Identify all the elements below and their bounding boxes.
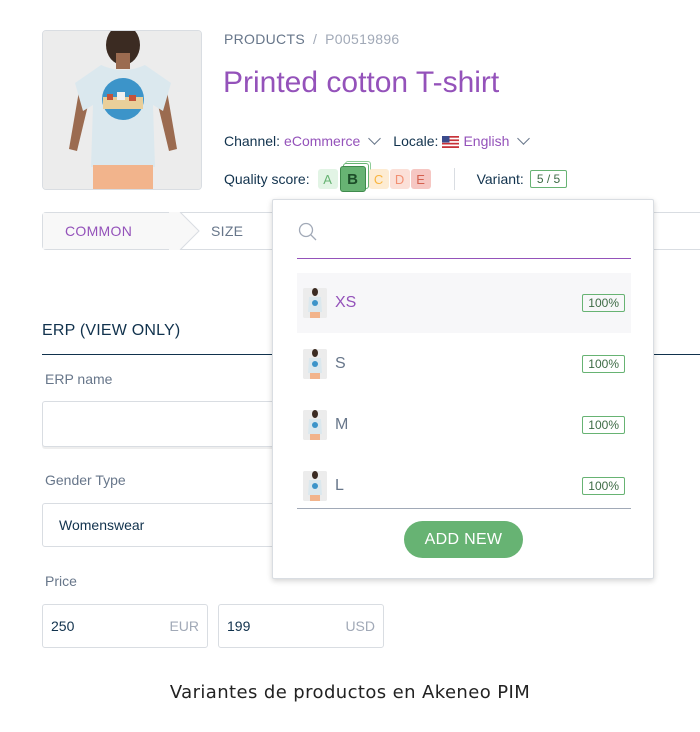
currency-usd: USD <box>345 618 375 634</box>
erp-name-label: ERP name <box>45 371 113 387</box>
quality-row: Quality score: A B C D E Variant: 5 / 5 <box>224 165 568 193</box>
locale-selector[interactable]: English <box>463 133 509 149</box>
tab-size[interactable]: SIZE <box>211 213 243 249</box>
chevron-down-icon[interactable] <box>368 132 382 145</box>
price-eur-value: 250 <box>51 618 75 634</box>
locale-label: Locale: <box>393 133 439 149</box>
divider <box>453 168 455 190</box>
completeness-badge: 100% <box>582 294 625 312</box>
completeness-badge: 100% <box>582 477 625 495</box>
variant-search <box>297 216 631 259</box>
price-usd-field[interactable]: 199 USD <box>218 604 384 648</box>
variant-option-xs[interactable]: XS 100% <box>297 273 631 333</box>
quality-grade-b-current: B <box>339 166 366 192</box>
variant-search-input[interactable] <box>329 220 619 246</box>
variant-thumbnail <box>303 471 327 501</box>
variant-option-label: S <box>335 355 346 372</box>
quality-score-badges: A B C D E <box>317 166 432 192</box>
chevron-down-icon[interactable] <box>517 132 531 145</box>
breadcrumb-sku: P00519896 <box>325 31 400 47</box>
currency-eur: EUR <box>169 618 199 634</box>
quality-grade-a: A <box>317 169 338 189</box>
variant-option-l[interactable]: L 100% <box>297 456 631 516</box>
breadcrumb-products-link[interactable]: PRODUCTS <box>224 31 305 47</box>
variant-thumbnail <box>303 349 327 379</box>
dropdown-divider <box>297 508 631 509</box>
variant-label: Variant: <box>476 171 524 187</box>
breadcrumb-arrow-icon <box>169 212 200 250</box>
quality-grade-e: E <box>410 169 431 189</box>
price-usd-value: 199 <box>227 618 251 634</box>
variant-count-badge[interactable]: 5 / 5 <box>529 170 568 188</box>
gender-type-label: Gender Type <box>45 472 126 488</box>
us-flag-icon <box>442 135 460 148</box>
price-eur-field[interactable]: 250 EUR <box>42 604 208 648</box>
variant-option-s[interactable]: S 100% <box>297 334 631 394</box>
variant-thumbnail <box>303 288 327 318</box>
completeness-badge: 100% <box>582 355 625 373</box>
tab-common[interactable]: COMMON <box>43 213 180 249</box>
add-new-button[interactable]: ADD NEW <box>404 521 523 558</box>
channel-locale-row: Channel: eCommerce Locale: English <box>224 132 542 149</box>
variant-thumbnail <box>303 410 327 440</box>
search-icon <box>298 222 317 241</box>
variant-dropdown: XS 100% S 100% M 100% L 100% ADD NEW <box>272 199 654 579</box>
section-title: ERP (VIEW ONLY) <box>42 322 181 339</box>
image-caption: Variantes de productos en Akeneo PIM <box>169 682 531 703</box>
breadcrumb: PRODUCTS / P00519896 <box>224 31 400 47</box>
quality-grade-c: C <box>368 169 389 189</box>
channel-selector[interactable]: eCommerce <box>284 133 360 149</box>
quality-score-label: Quality score: <box>224 171 310 187</box>
completeness-badge: 100% <box>582 416 625 434</box>
gender-type-field[interactable]: Womenswear <box>42 503 282 547</box>
variant-option-m[interactable]: M 100% <box>297 395 631 455</box>
product-image[interactable] <box>42 30 202 190</box>
price-label: Price <box>45 573 77 589</box>
page-title: Printed cotton T-shirt <box>223 66 500 99</box>
channel-label: Channel: <box>224 133 281 149</box>
variant-option-label: XS <box>335 294 357 311</box>
variant-option-label: M <box>335 416 349 433</box>
erp-name-field[interactable] <box>42 401 282 447</box>
variant-option-label: L <box>335 477 344 494</box>
quality-grade-d: D <box>389 169 410 189</box>
breadcrumb-separator: / <box>312 31 318 47</box>
